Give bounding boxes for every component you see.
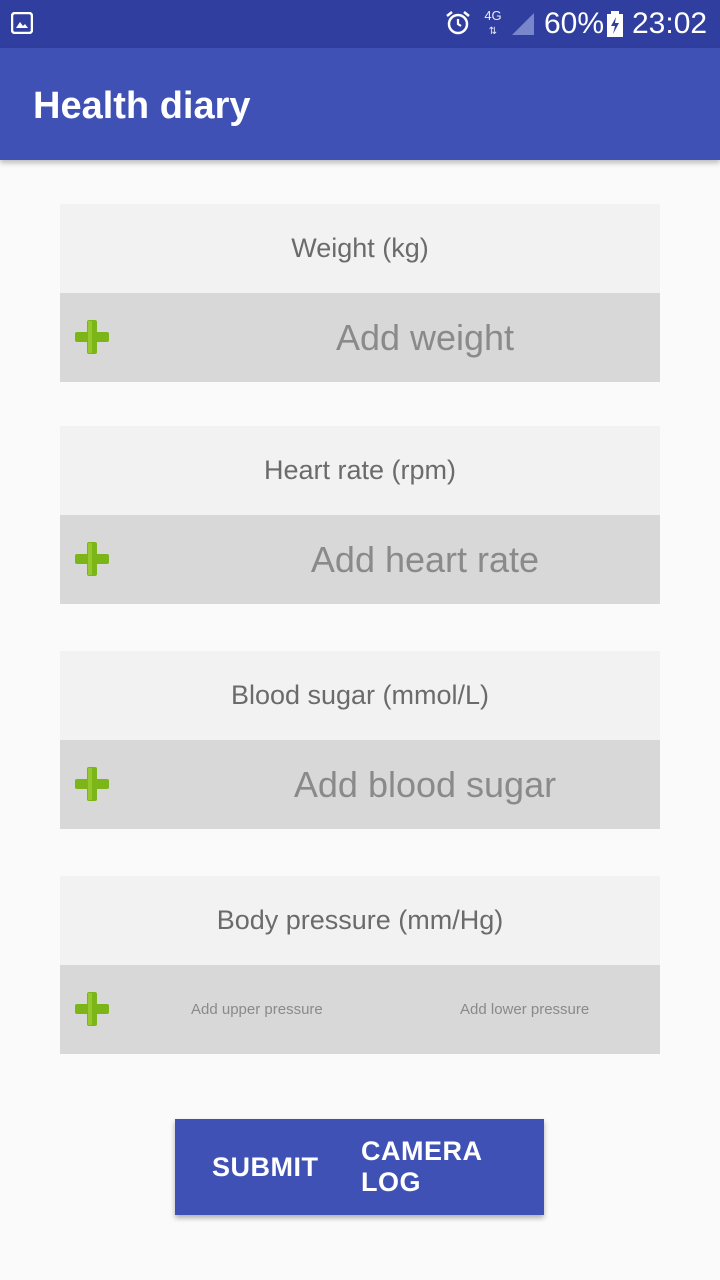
blood-sugar-input[interactable]: Add blood sugar: [190, 740, 660, 829]
add-body-pressure-plus-icon[interactable]: [74, 991, 110, 1027]
status-time: 23:02: [632, 7, 708, 40]
weight-header: Weight (kg): [60, 204, 660, 293]
battery-percent: 60%: [544, 7, 605, 40]
upper-pressure-input[interactable]: Add upper pressure: [191, 965, 323, 1054]
body-pressure-header: Body pressure (mm/Hg): [60, 876, 660, 965]
heart-rate-input-row: Add heart rate: [60, 515, 660, 604]
body-pressure-input-row: Add upper pressure Add lower pressure: [60, 965, 660, 1054]
weight-input[interactable]: Add weight: [190, 293, 660, 382]
action-button-bar: SUBMIT CAMERA LOG: [175, 1119, 544, 1215]
heart-rate-card: Heart rate (rpm) Add heart rate: [60, 426, 660, 604]
alarm-icon: [446, 11, 470, 35]
blood-sugar-header: Blood sugar (mmol/L): [60, 651, 660, 740]
add-weight-plus-icon[interactable]: [74, 319, 110, 355]
lower-pressure-input[interactable]: Add lower pressure: [460, 965, 589, 1054]
gallery-notification-icon: [11, 12, 33, 34]
blood-sugar-input-row: Add blood sugar: [60, 740, 660, 829]
weight-input-row: Add weight: [60, 293, 660, 382]
body-pressure-card: Body pressure (mm/Hg) Add upper pressure…: [60, 876, 660, 1054]
add-heart-rate-plus-icon[interactable]: [74, 541, 110, 577]
heart-rate-input[interactable]: Add heart rate: [190, 515, 660, 604]
camera-log-button[interactable]: CAMERA LOG: [361, 1119, 544, 1215]
add-blood-sugar-plus-icon[interactable]: [74, 766, 110, 802]
page-title: Health diary: [33, 85, 251, 127]
status-bar: 4G ⇅ 60% 23:02: [0, 0, 720, 48]
submit-button[interactable]: SUBMIT: [212, 1119, 319, 1215]
network-type-label: 4G ⇅: [484, 8, 502, 38]
weight-card: Weight (kg) Add weight: [60, 204, 660, 382]
app-bar: Health diary: [0, 48, 720, 160]
battery-charging-icon: [607, 11, 623, 37]
blood-sugar-card: Blood sugar (mmol/L) Add blood sugar: [60, 651, 660, 829]
heart-rate-header: Heart rate (rpm): [60, 426, 660, 515]
signal-icon: [512, 13, 534, 35]
